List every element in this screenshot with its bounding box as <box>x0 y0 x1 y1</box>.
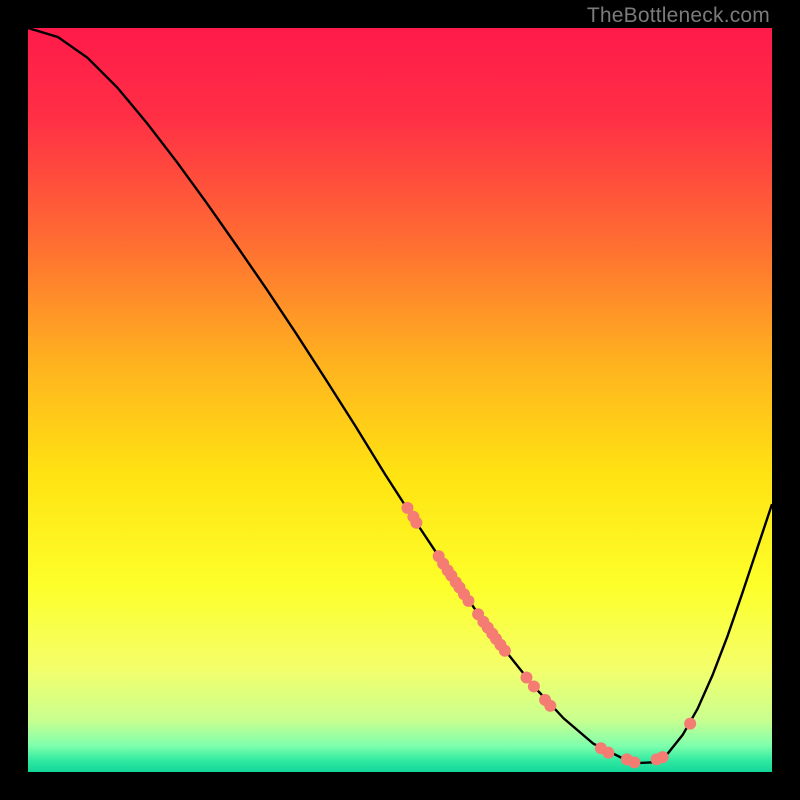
data-marker <box>628 756 640 768</box>
data-marker <box>684 718 696 730</box>
data-marker <box>528 680 540 692</box>
chart-frame <box>28 28 772 772</box>
data-marker <box>410 517 422 529</box>
data-marker <box>499 645 511 657</box>
bottleneck-chart <box>28 28 772 772</box>
watermark-text: TheBottleneck.com <box>587 4 770 28</box>
data-marker <box>657 751 669 763</box>
gradient-background <box>28 28 772 772</box>
data-marker <box>602 747 614 759</box>
data-marker <box>462 595 474 607</box>
data-marker <box>544 700 556 712</box>
